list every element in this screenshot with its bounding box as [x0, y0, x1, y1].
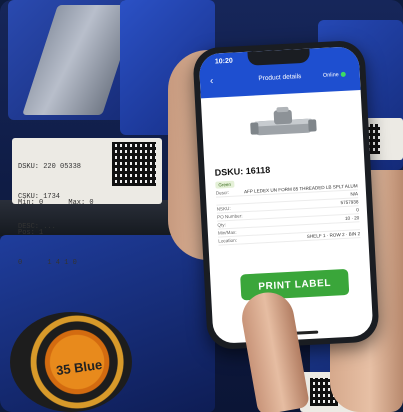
status-badge: Green	[215, 180, 235, 189]
product-image	[250, 106, 317, 136]
qr-code-icon	[112, 142, 156, 186]
online-status: Online	[322, 71, 346, 79]
detail-key: Qty:	[217, 222, 227, 228]
warehouse-photo: DSKU: 220 05338 CSKU: 1734 DESC: ... Min…	[0, 0, 403, 412]
detail-value: N/A	[350, 191, 359, 197]
detail-value: 5757938	[340, 199, 359, 206]
detail-key: PO Number:	[216, 213, 243, 220]
detail-key: Min/Max:	[217, 229, 237, 236]
detail-key: Location:	[218, 237, 238, 244]
phone-notch	[247, 48, 311, 66]
detail-key: Descr:	[215, 189, 230, 196]
detail-value: 0	[356, 207, 360, 213]
dsku-heading: DSKU: 16118	[214, 164, 271, 178]
bin-label-text: Min: 0 Max: 0 Pos: 1 0 1 4 1 0	[18, 199, 94, 267]
online-dot-icon	[340, 71, 346, 78]
app-header: 10:20 ‹ Product details Online	[198, 46, 361, 99]
detail-key: NSKU:	[216, 205, 231, 212]
detail-value: SHELF 1 · ROW 2 · BIN 2	[306, 231, 361, 239]
online-status-label: Online	[322, 72, 339, 79]
details-list: Descr: AFP LEDEX UN FORM 85 THREADED LB S…	[215, 182, 361, 246]
status-time: 10:20	[214, 57, 234, 66]
detail-value: 10 · 20	[344, 215, 360, 221]
